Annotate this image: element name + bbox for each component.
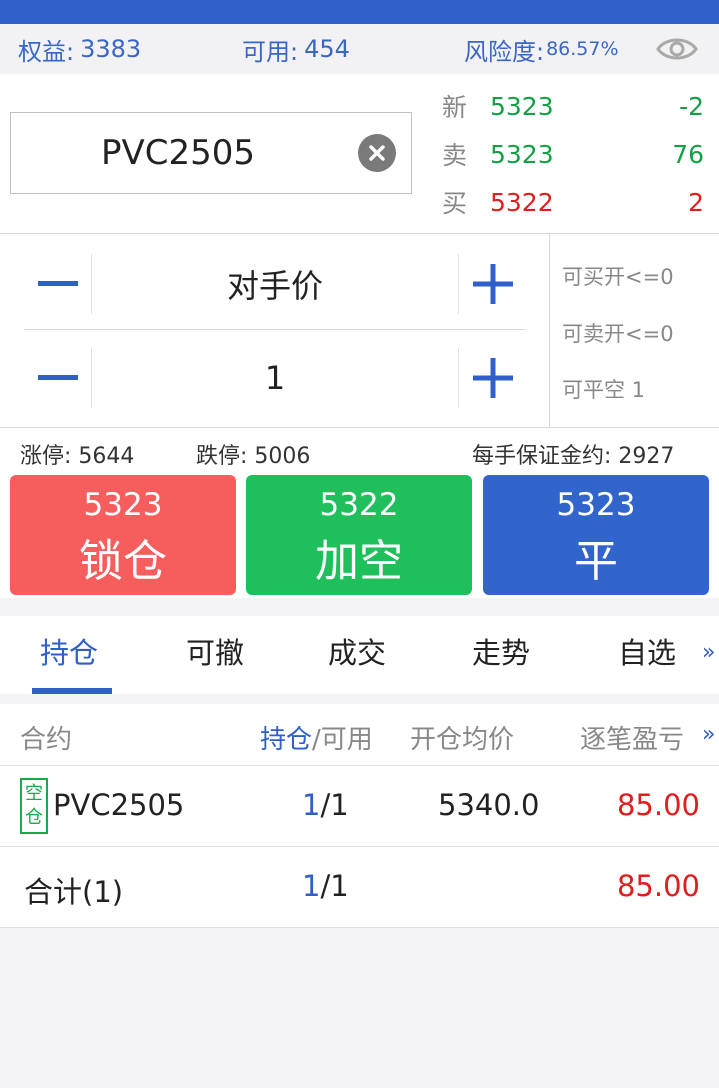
available-quantity-panel: 可买开<=0 可卖开<=0 可平空 1 xyxy=(549,234,719,428)
tab-positions[interactable]: 持仓 xyxy=(40,630,98,672)
quantity-decrease-button[interactable] xyxy=(24,348,92,408)
tab-watchlist[interactable]: 自选 xyxy=(618,630,676,672)
price-stepper: 对手价 xyxy=(24,254,526,314)
available-value: 454 xyxy=(304,35,350,63)
row-pnl: 85.00 xyxy=(616,788,700,822)
header-pnl: 逐笔盈亏 xyxy=(580,725,685,755)
contract-code-input[interactable]: PVC2505 xyxy=(10,112,412,194)
row-available: /1 xyxy=(320,788,349,822)
tag-bottom-text: 仓 xyxy=(25,807,43,828)
close-position-label: 平 xyxy=(574,536,618,587)
equity-label: 权益: xyxy=(18,37,75,66)
short-position-tag: 空 仓 xyxy=(20,778,48,834)
minus-icon xyxy=(37,375,78,380)
ask-label: 卖 xyxy=(442,141,468,170)
ask-volume: 76 xyxy=(672,139,704,169)
row-avg-price: 5340.0 xyxy=(438,788,540,822)
quantity-stepper: 1 xyxy=(24,348,526,408)
eye-icon[interactable] xyxy=(656,34,698,64)
available-summary: 可用: 454 xyxy=(242,24,350,74)
equity-summary: 权益: 3383 xyxy=(18,24,141,74)
total-position: 1 xyxy=(302,869,321,903)
total-position-available: 1/1 xyxy=(302,869,349,903)
can-close-short: 可平空 1 xyxy=(562,378,646,402)
table-header: 合约 持仓/可用 开仓均价 逐笔盈亏 » xyxy=(0,704,719,766)
add-short-button[interactable]: 5322 加空 xyxy=(246,475,472,595)
total-pnl: 85.00 xyxy=(616,869,700,903)
add-short-price: 5322 xyxy=(319,487,399,523)
risk-summary: 风险度: 86.57% xyxy=(464,24,619,74)
header-contract: 合约 xyxy=(20,725,73,755)
close-position-button[interactable]: 5323 平 xyxy=(483,475,709,595)
ask-price: 5323 xyxy=(490,139,554,169)
tab-trades[interactable]: 成交 xyxy=(328,630,386,672)
plus-icon xyxy=(472,358,513,398)
quantity-field[interactable]: 1 xyxy=(92,348,458,408)
active-tab-indicator xyxy=(32,688,112,694)
quantity-increase-button[interactable] xyxy=(458,348,526,408)
available-label: 可用: xyxy=(242,37,299,66)
total-label: 合计(1) xyxy=(24,875,124,909)
price-increase-button[interactable] xyxy=(458,254,526,314)
can-sell-open: 可卖开<=0 xyxy=(562,322,674,346)
tab-trend[interactable]: 走势 xyxy=(472,630,530,672)
price-mode-field[interactable]: 对手价 xyxy=(92,254,458,314)
lock-position-button[interactable]: 5323 锁仓 xyxy=(10,475,236,595)
lock-position-price: 5323 xyxy=(83,487,163,523)
bid-price: 5322 xyxy=(490,187,554,217)
plus-icon xyxy=(472,264,513,304)
risk-value: 86.57% xyxy=(546,38,619,60)
price-limits-bar: 涨停: 5644 跌停: 5006 每手保证金约: 2927 xyxy=(0,428,719,474)
minus-icon xyxy=(37,281,78,286)
tabs-more-icon[interactable]: » xyxy=(702,640,715,665)
last-price: 5323 xyxy=(490,91,554,121)
tag-top-text: 空 xyxy=(25,783,43,804)
contract-code-text: PVC2505 xyxy=(100,133,256,173)
top-header-bar xyxy=(0,0,719,24)
last-price-label: 新 xyxy=(442,93,468,122)
row-contract: PVC2505 xyxy=(53,788,185,822)
positions-table: 合约 持仓/可用 开仓均价 逐笔盈亏 » 空 仓 PVC2505 1/1 534… xyxy=(0,704,719,928)
account-summary-bar: 权益: 3383 可用: 454 风险度: 86.57% xyxy=(0,24,719,74)
bid-label: 买 xyxy=(442,189,468,218)
risk-label: 风险度: xyxy=(464,37,545,66)
clear-icon[interactable] xyxy=(358,134,396,172)
stepper-divider xyxy=(24,329,526,330)
quote-row-last: 新 5323 -2 xyxy=(442,86,704,126)
quote-row-ask: 卖 5323 76 xyxy=(442,134,704,174)
table-row[interactable]: 空 仓 PVC2505 1/1 5340.0 85.00 xyxy=(0,766,719,847)
equity-value: 3383 xyxy=(80,35,142,63)
row-position-available: 1/1 xyxy=(302,788,349,822)
total-available: /1 xyxy=(320,869,349,903)
quote-row-bid: 买 5322 2 xyxy=(442,182,704,222)
table-total-row: 合计(1) 1/1 85.00 xyxy=(0,847,719,928)
header-position-available: 持仓/可用 xyxy=(260,719,373,756)
header-available: /可用 xyxy=(312,725,373,755)
can-buy-open: 可买开<=0 xyxy=(562,265,674,289)
columns-more-icon[interactable]: » xyxy=(702,722,715,747)
add-short-label: 加空 xyxy=(315,536,403,587)
close-position-price: 5323 xyxy=(556,487,636,523)
price-decrease-button[interactable] xyxy=(24,254,92,314)
quote-area: PVC2505 新 5323 -2 卖 5323 76 买 5322 2 xyxy=(0,74,719,234)
bid-volume: 2 xyxy=(688,187,704,217)
margin-per-lot: 每手保证金约: 2927 xyxy=(472,444,675,469)
row-position: 1 xyxy=(302,788,321,822)
limit-down: 跌停: 5006 xyxy=(196,444,311,469)
order-action-buttons: 5323 锁仓 5322 加空 5323 平 xyxy=(0,474,719,598)
header-avg-price: 开仓均价 xyxy=(410,725,515,755)
record-tabs: 持仓 可撤 成交 走势 自选 » xyxy=(0,616,719,694)
order-entry-area: 对手价 1 可买开<=0 可卖开<=0 可平空 1 xyxy=(0,234,719,428)
limit-up: 涨停: 5644 xyxy=(20,444,135,469)
lock-position-label: 锁仓 xyxy=(79,536,167,587)
tab-cancelable[interactable]: 可撤 xyxy=(186,630,244,672)
last-change: -2 xyxy=(679,91,704,121)
header-position[interactable]: 持仓 xyxy=(260,725,312,755)
